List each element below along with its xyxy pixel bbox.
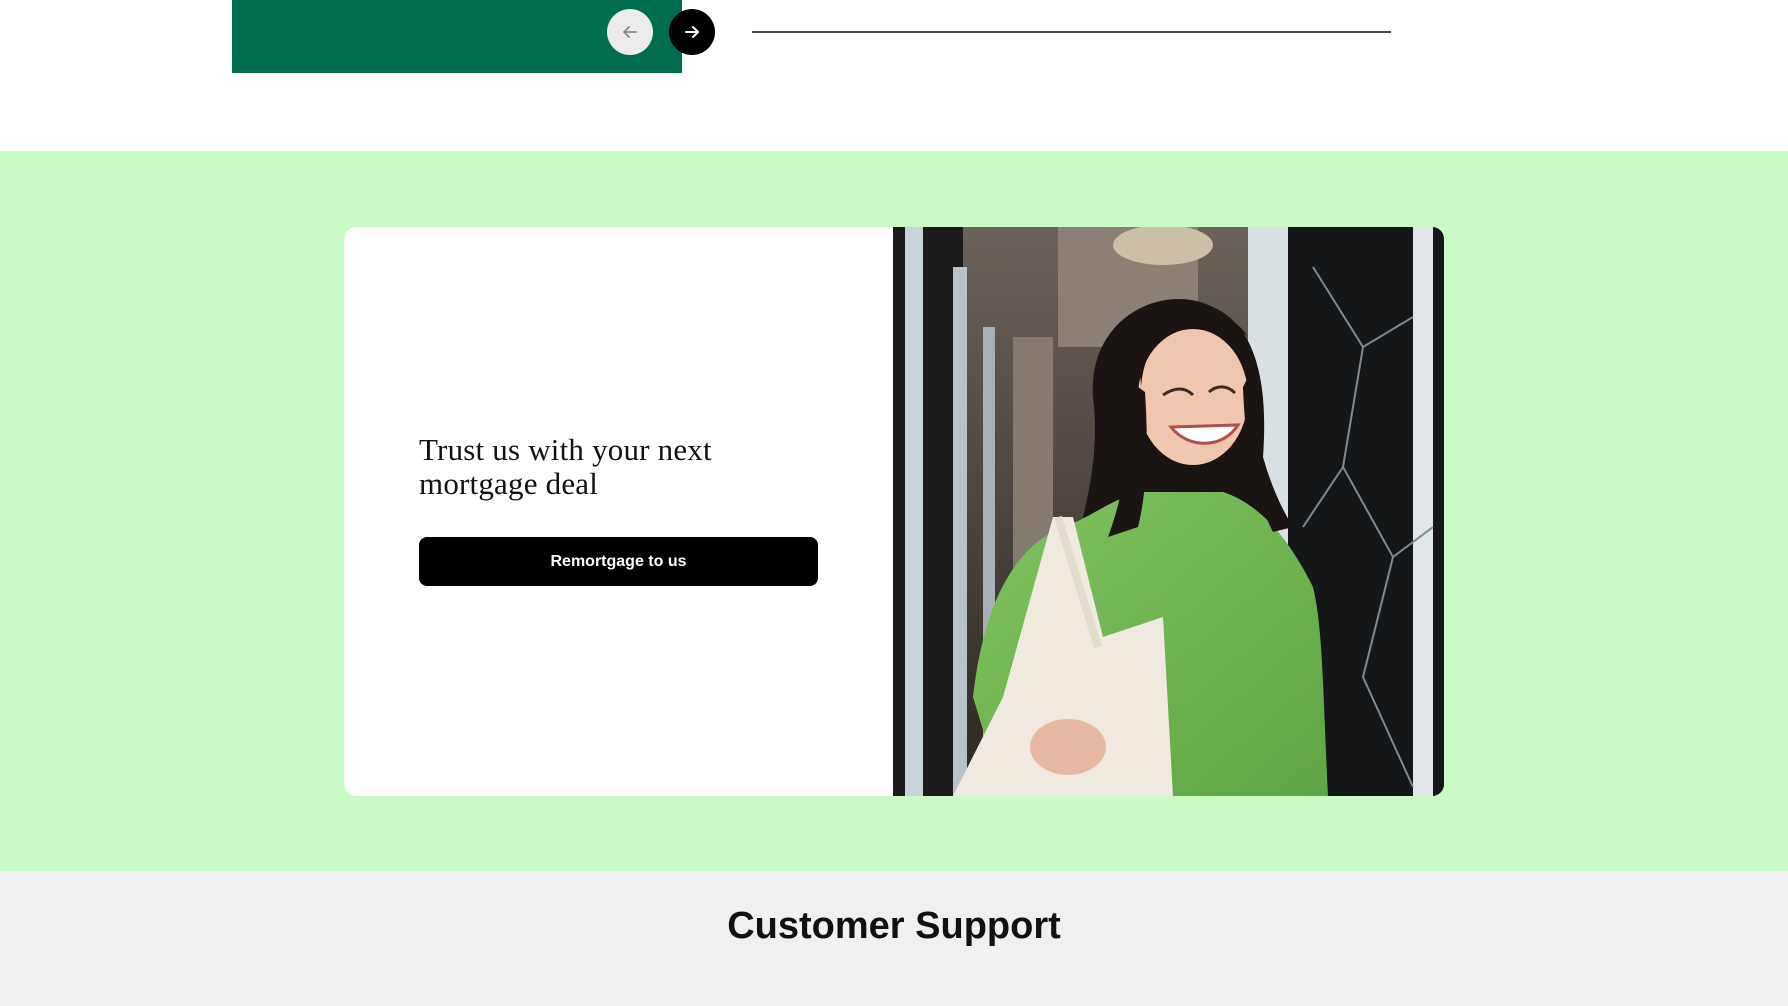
arrow-right-icon: [685, 26, 699, 38]
arrow-left-icon: [623, 26, 637, 38]
carousel-progress-track: [752, 31, 1391, 33]
promo-heading-line2: mortgage deal: [419, 466, 599, 501]
carousel-section: [0, 0, 1788, 151]
carousel-prev-button[interactable]: [607, 9, 653, 55]
remortgage-button[interactable]: Remortgage to us: [419, 537, 818, 586]
carousel-next-button[interactable]: [669, 9, 715, 55]
page: Trust us with your next mortgage deal Re…: [0, 0, 1788, 1006]
woman-with-tote-bag-photo: [893, 227, 1444, 796]
promo-heading: Trust us with your next mortgage deal: [419, 433, 839, 501]
promo-photo: [893, 227, 1444, 796]
remortgage-promo-section: Trust us with your next mortgage deal Re…: [0, 151, 1788, 871]
promo-text-block: Trust us with your next mortgage deal: [419, 433, 839, 501]
customer-support-title: Customer Support: [727, 905, 1061, 947]
promo-card: Trust us with your next mortgage deal Re…: [344, 227, 1444, 796]
customer-support-section: Customer Support: [0, 871, 1788, 1006]
promo-heading-line1: Trust us with your next: [419, 432, 712, 467]
